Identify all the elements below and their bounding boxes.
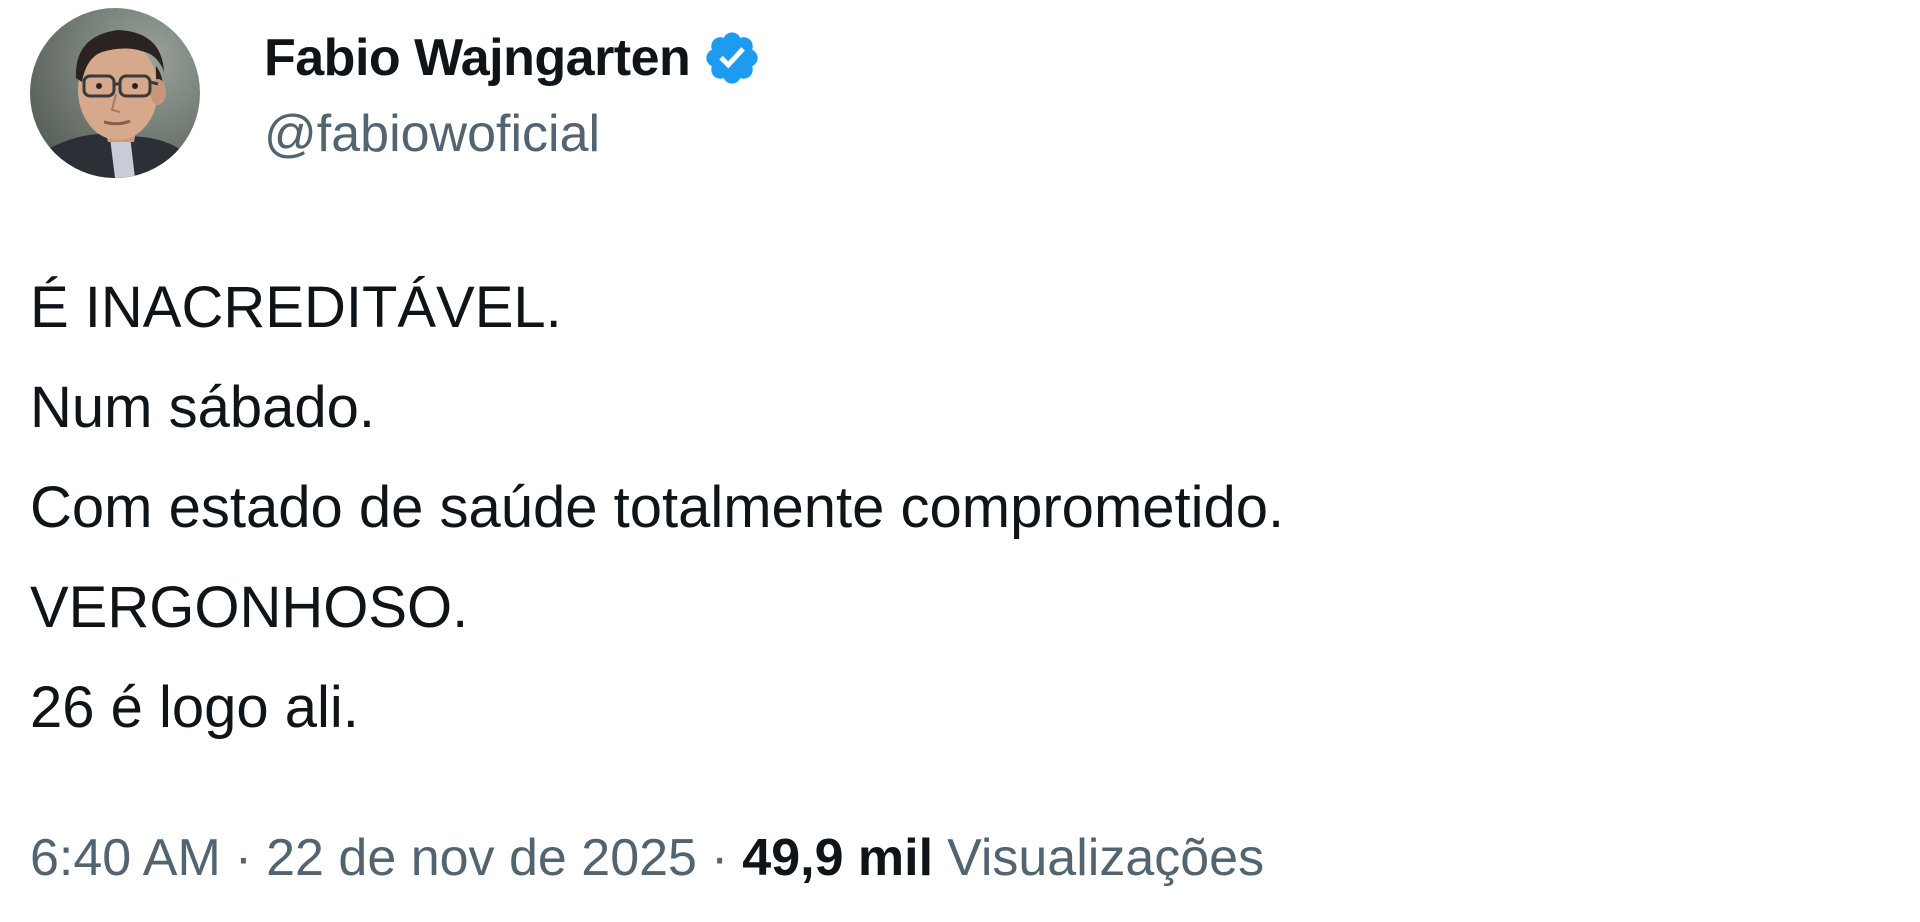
- tweet-meta: 6:40 AM · 22 de nov de 2025 · 49,9 mil V…: [30, 820, 1264, 896]
- avatar[interactable]: [30, 8, 200, 178]
- tweet-text-line: Com estado de saúde totalmente compromet…: [30, 475, 1285, 540]
- meta-separator: ·: [710, 829, 729, 887]
- views-label: Visualizações: [947, 829, 1265, 887]
- meta-separator: ·: [234, 829, 253, 887]
- avatar-photo: [30, 8, 200, 178]
- tweet-card: Fabio Wajngarten @fabiowoficial É INACRE…: [0, 0, 1920, 922]
- tweet-date[interactable]: 22 de nov de 2025: [266, 828, 697, 888]
- tweet-time[interactable]: 6:40 AM: [30, 828, 221, 888]
- tweet-text: É INACREDITÁVEL. Num sábado. Com estado …: [30, 258, 1890, 758]
- author-names: Fabio Wajngarten @fabiowoficial: [264, 20, 762, 164]
- tweet-text-line: Num sábado.: [30, 375, 375, 440]
- tweet-header: Fabio Wajngarten @fabiowoficial: [30, 8, 762, 178]
- author-handle[interactable]: @fabiowoficial: [264, 104, 762, 164]
- display-name[interactable]: Fabio Wajngarten: [264, 28, 691, 88]
- tweet-text-line: VERGONHOSO.: [30, 575, 469, 640]
- tweet-text-line: É INACREDITÁVEL.: [30, 275, 562, 340]
- verified-badge-icon[interactable]: [702, 28, 762, 88]
- display-name-row: Fabio Wajngarten: [264, 20, 762, 96]
- views-count[interactable]: 49,9 mil: [742, 828, 933, 888]
- tweet-text-line: 26 é logo ali.: [30, 675, 359, 740]
